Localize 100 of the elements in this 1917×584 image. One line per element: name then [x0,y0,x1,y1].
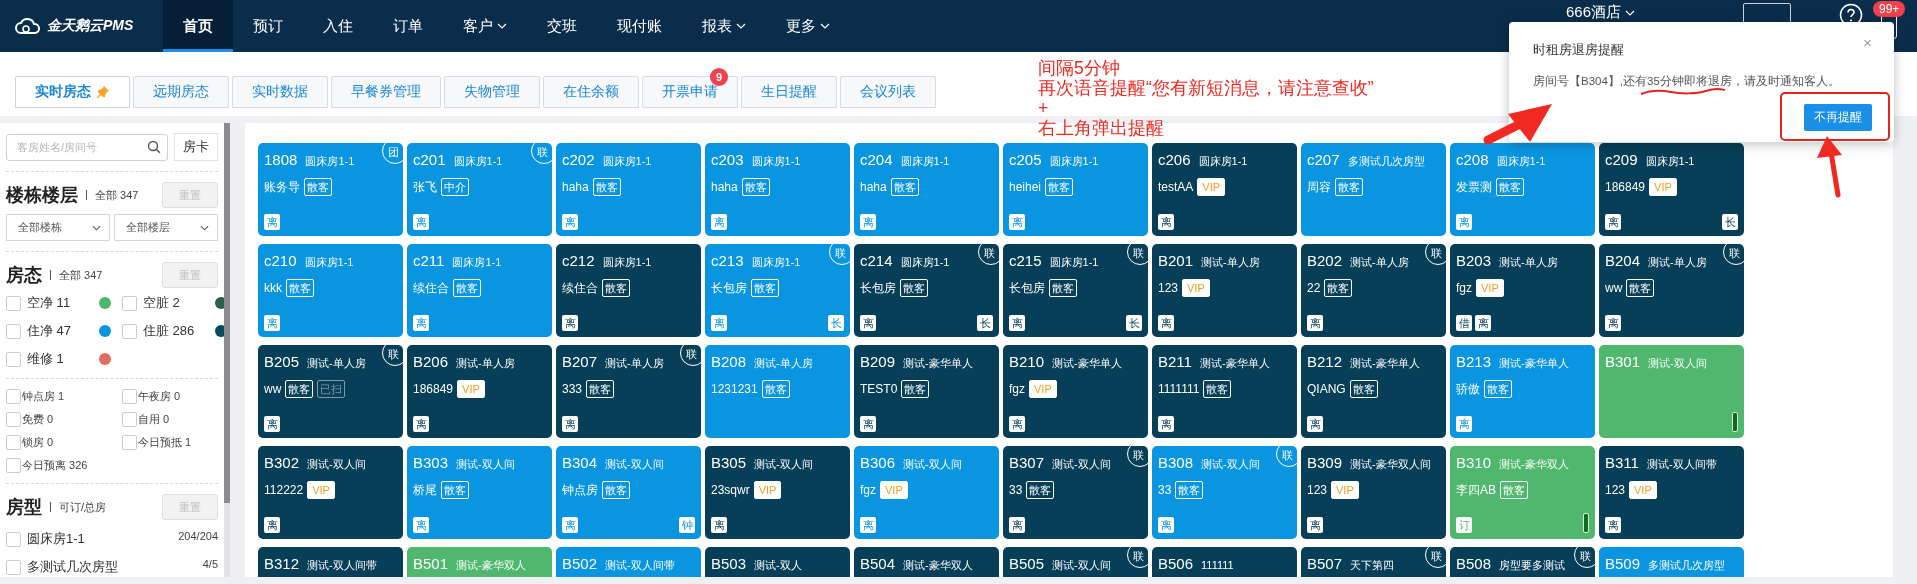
room-card[interactable]: c209 圆床房1-1 186849 VIP 离 长 [1599,143,1744,236]
dropdown-select[interactable]: 全部楼栋 [6,214,110,241]
room-card[interactable]: B207 测试-单人房 联 333 散客 离 [556,345,701,438]
checkbox[interactable] [6,323,21,339]
checkbox[interactable] [6,412,21,427]
room-type: 测试-单人房 [1201,255,1260,270]
nav-item[interactable]: 更多 [766,0,850,52]
nav-item[interactable]: 订单 [373,0,443,52]
room-card[interactable]: B503 测试-双人 [705,547,850,577]
checkbox[interactable] [6,295,21,311]
room-card[interactable]: B305 测试-双人间 23sqwr VIP 离 [705,446,850,539]
room-number: B207 [562,353,598,370]
nav-item[interactable]: 客户 [443,0,527,52]
room-card[interactable]: B201 测试-单人房 123 VIP 离 [1152,244,1297,337]
room-number: B502 [562,555,598,572]
guest-tag: VIP [457,380,485,398]
nav-item[interactable]: 交班 [527,0,597,52]
guest-name: testAA [1158,180,1194,194]
dropdown-select[interactable]: 全部楼层 [114,214,218,241]
room-type: 测试-豪华双人 [903,558,973,573]
room-badge: 离 [1009,214,1025,230]
search-field[interactable]: 客房姓名/房间号 [6,133,168,161]
room-card[interactable]: B209 测试-豪华单人 TEST0 散客 离 [854,345,999,438]
room-number: B205 [264,353,300,370]
page-tab[interactable]: 会议列表 [840,76,936,108]
room-number: c213 [711,252,744,269]
room-card[interactable]: B205 测试-单人房 联 ww 散客 已扫 离 [258,345,403,438]
section-title: 房型 [6,496,42,519]
room-type: 圆床房1-1 [1049,255,1099,270]
guest-tag: 散客 [1496,178,1524,196]
room-card[interactable]: B307 测试-双人间 联 33 散客 离 [1003,446,1148,539]
page-tab[interactable]: 实时数据 [232,76,328,108]
checkbox[interactable] [6,458,21,473]
search-icon[interactable] [147,139,161,154]
room-card[interactable]: c212 圆床房1-1 续住合 散客 离 [556,244,701,337]
room-card[interactable]: B508 房型要多测试 联 [1450,547,1595,577]
room-badge: 离 [1009,517,1025,533]
room-card[interactable]: B302 测试-双人间 112222 VIP 离 [258,446,403,539]
guest-name: 112222 [264,483,304,497]
checkbox[interactable] [122,323,137,339]
room-card[interactable]: B504 测试-豪华双人 [854,547,999,577]
guest-name: ww [1605,281,1623,295]
nav-item[interactable]: 报表 [682,0,766,52]
room-card[interactable]: c215 圆床房1-1 联 长包房 散客 离 长 [1003,244,1148,337]
room-card[interactable]: B202 测试-单人房 联 22 散客 离 [1301,244,1446,337]
page-tab[interactable]: 远期房态 [133,76,229,108]
checkbox[interactable] [6,389,21,404]
nav-item[interactable]: 预订 [233,0,303,52]
room-card[interactable]: B212 测试-豪华单人 QIANG 散客 离 [1301,345,1446,438]
room-badge: 离 [1307,416,1323,432]
checkbox[interactable] [122,435,137,450]
room-card[interactable]: c206 圆床房1-1 testAA VIP 离 [1152,143,1297,236]
room-number: B307 [1009,454,1045,471]
checkbox[interactable] [6,351,21,367]
room-card[interactable]: B507 天下第四 联 [1301,547,1446,577]
room-card[interactable]: B210 测试-豪华单人 fgz VIP 离 [1003,345,1148,438]
checkbox[interactable] [6,559,21,575]
page-tab[interactable]: 实时房态 [15,76,130,108]
checkbox[interactable] [6,435,21,450]
room-card[interactable]: B506 111111 [1152,547,1297,577]
guest-tag: VIP [1476,279,1504,297]
room-number: c214 [860,252,893,269]
pin-icon[interactable] [96,85,110,99]
checkbox[interactable] [122,389,137,404]
guest-name: 张飞 [413,178,437,196]
room-card[interactable]: B203 测试-单人房 fgz VIP 借 离 [1450,244,1595,337]
room-number: B507 [1307,555,1343,572]
room-number: c204 [860,151,893,168]
chevron-down-icon [497,23,507,29]
page-tab[interactable]: 在住余额 [543,76,639,108]
room-type: 圆床房1-1 [1049,154,1099,169]
filter-label: 锁房 0 [22,435,54,450]
page-tab[interactable]: 早餐券管理 [331,76,441,108]
room-card[interactable]: c214 圆床房1-1 联 长包房 散客 离 长 [854,244,999,337]
page-tab[interactable]: 生日提醒 [741,76,837,108]
checkbox[interactable] [122,412,137,427]
nav-item[interactable]: 首页 [163,0,233,52]
room-number: B210 [1009,353,1045,370]
room-card[interactable]: B206 测试-单人房 186849 VIP 离 [407,345,552,438]
room-number: B209 [860,353,896,370]
room-card-button[interactable]: 房卡 [174,133,218,161]
checkbox[interactable] [6,531,21,547]
room-card[interactable]: B211 测试-豪华单人 1111111 散客 离 [1152,345,1297,438]
room-type: 天下第四 [1350,558,1395,573]
room-card[interactable]: B309 测试-豪华双人间 123 VIP 离 [1301,446,1446,539]
room-type: 圆床房1-1 [751,255,801,270]
room-card[interactable]: B312 测试-双人间带 [258,547,403,577]
room-card[interactable]: B204 测试-单人房 联 ww 散客 离 [1599,244,1744,337]
room-badge: 离 [711,517,727,533]
nav-item[interactable]: 入住 [303,0,373,52]
room-type: 测试-双人间 [307,457,366,472]
hotel-selector[interactable]: 666酒店 [1565,3,1635,22]
room-card[interactable]: B505 测试-双人间 联 [1003,547,1148,577]
scrollbar-thumb[interactable] [224,123,230,503]
checkbox[interactable] [122,295,137,311]
chevron-down-icon [200,224,209,231]
guest-tag: 已扫 [317,380,346,398]
nav-item[interactable]: 现付账 [597,0,682,52]
page-tab[interactable]: 失物管理 [444,76,540,108]
room-card[interactable]: B311 测试-双人间带 123 VIP 离 [1599,446,1744,539]
